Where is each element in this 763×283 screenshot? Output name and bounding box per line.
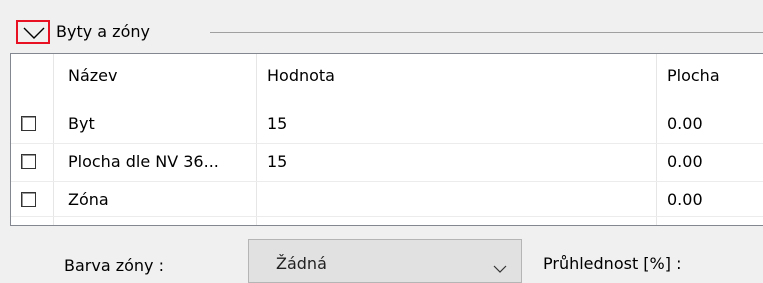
cell-nazev: Byt [68, 114, 95, 133]
barva-zony-value: Žádná [276, 254, 327, 273]
byty-zony-table: Název Hodnota Plocha Byt 15 0.00 Plocha … [10, 53, 763, 226]
table-row[interactable]: Plocha dle NV 36... 15 0.00 [11, 143, 763, 181]
chevron-down-icon [493, 258, 507, 277]
cell-nazev: Zóna [68, 190, 109, 209]
cell-hodnota[interactable]: 15 [267, 105, 287, 143]
collapse-toggle-button[interactable] [16, 20, 50, 44]
column-header-hodnota[interactable]: Hodnota [267, 54, 335, 98]
barva-zony-label: Barva zóny : [64, 256, 164, 275]
column-header-nazev[interactable]: Název [68, 54, 117, 98]
row-checkbox[interactable] [21, 192, 36, 207]
cell-plocha: 0.00 [667, 114, 703, 133]
barva-zony-select[interactable]: Žádná [248, 239, 522, 283]
row-checkbox[interactable] [21, 116, 36, 131]
cell-hodnota[interactable]: 15 [267, 143, 287, 181]
table-row[interactable]: Zóna 0.00 [11, 181, 763, 219]
group-title: Byty a zóny [56, 22, 150, 41]
cell-nazev: Plocha dle NV 36... [68, 152, 219, 171]
cell-plocha: 0.00 [667, 152, 703, 171]
pruhlednost-label: Průhlednost [%] : [543, 254, 682, 273]
group-header: Byty a zóny [16, 16, 763, 46]
group-divider [210, 32, 763, 33]
row-divider [11, 216, 763, 217]
table-row[interactable]: Byt 15 0.00 [11, 105, 763, 143]
row-checkbox[interactable] [21, 154, 36, 169]
cell-plocha: 0.00 [667, 190, 703, 209]
column-header-plocha[interactable]: Plocha [667, 54, 720, 98]
